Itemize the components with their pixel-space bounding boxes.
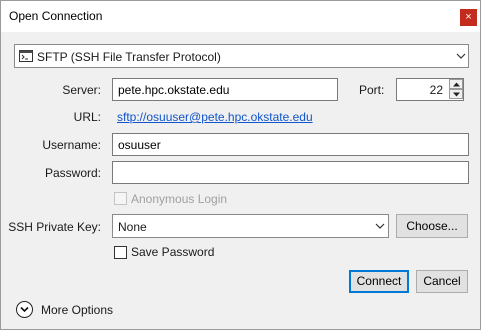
close-icon: × [465, 11, 472, 23]
password-label: Password: [44, 166, 101, 180]
ssh-key-select[interactable]: None [112, 214, 389, 238]
port-decrement-button[interactable] [449, 89, 463, 99]
server-input-value: pete.hpc.okstate.edu [118, 83, 230, 97]
arrow-down-icon [453, 92, 460, 97]
chevron-down-icon [371, 215, 389, 237]
title-bar: Open Connection × [1, 1, 480, 32]
password-input[interactable] [112, 161, 469, 184]
anonymous-login-checkbox[interactable] [114, 192, 127, 205]
port-input-value: 22 [429, 83, 443, 97]
connect-button[interactable]: Connect [349, 270, 409, 293]
server-input[interactable]: pete.hpc.okstate.edu [112, 78, 338, 101]
username-input-value: osuuser [118, 138, 161, 152]
chevron-down-circle-icon[interactable] [16, 301, 33, 318]
url-label: URL: [73, 110, 101, 124]
choose-key-button-label: Choose... [406, 219, 458, 233]
connect-button-label: Connect [356, 274, 402, 288]
save-password-label: Save Password [131, 245, 215, 259]
username-input[interactable]: osuuser [112, 133, 469, 156]
username-label: Username: [42, 138, 101, 152]
open-connection-dialog: Open Connection × SFTP (SSH File Transfe… [0, 0, 481, 330]
cancel-button[interactable]: Cancel [416, 270, 468, 293]
chevron-down-icon [452, 45, 470, 67]
ssh-key-selected-value: None [118, 220, 147, 234]
close-button[interactable]: × [460, 9, 477, 26]
choose-key-button[interactable]: Choose... [396, 214, 468, 238]
server-label: Server: [62, 83, 101, 97]
sftp-terminal-icon [19, 50, 33, 62]
url-link[interactable]: sftp://osuuser@pete.hpc.okstate.edu [117, 110, 313, 124]
anonymous-login-label: Anonymous Login [131, 192, 228, 206]
arrow-up-icon [453, 82, 460, 87]
window-title: Open Connection [9, 9, 103, 23]
port-increment-button[interactable] [449, 79, 463, 89]
more-options-toggle[interactable]: More Options [41, 303, 113, 317]
port-label: Port: [359, 83, 385, 97]
save-password-checkbox[interactable] [114, 246, 127, 259]
port-stepper[interactable] [449, 79, 463, 100]
protocol-select[interactable]: SFTP (SSH File Transfer Protocol) [14, 44, 469, 68]
protocol-selected-value: SFTP (SSH File Transfer Protocol) [37, 50, 221, 64]
ssh-key-label: SSH Private Key: [8, 220, 101, 234]
cancel-button-label: Cancel [423, 274, 461, 288]
